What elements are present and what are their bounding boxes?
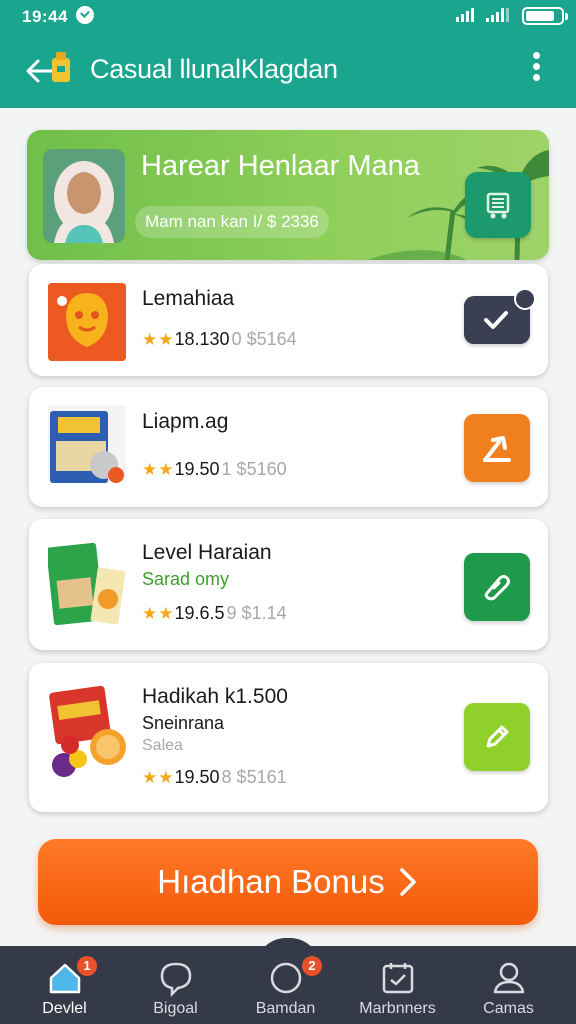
item-action-button[interactable] xyxy=(464,553,530,621)
list-item[interactable]: Level Haraian Sarad omy ★ ★ 19.6.5 9 $1.1… xyxy=(29,519,548,650)
banner-balance-pill: Mam nan kan I/ $ 2336 xyxy=(135,206,329,238)
item-title: Level Haraian xyxy=(142,541,272,564)
nav-item-chat[interactable]: Bigoal xyxy=(118,946,233,1024)
item-title: Liapm.ag xyxy=(142,410,229,433)
pencil-icon xyxy=(486,725,509,748)
rating-value: 19.50 xyxy=(174,767,220,787)
cart-icon xyxy=(486,192,510,219)
item-action-button[interactable] xyxy=(464,288,536,344)
page-title: Casual llunalKlagdan xyxy=(90,54,338,84)
avatar xyxy=(43,149,125,243)
cart-button[interactable] xyxy=(465,172,531,238)
app-header: Casual llunalKlagdan xyxy=(0,34,576,108)
promo-banner[interactable]: Harear Henlaar Mana Mam nan kan I/ $ 233… xyxy=(27,130,549,260)
list-item[interactable]: Liapm.ag ★ ★ 19.50 1 $5160 xyxy=(29,387,548,507)
tag-icon xyxy=(484,575,510,601)
item-action-button[interactable] xyxy=(464,414,530,482)
list-item[interactable]: Hadikah k1.500 Sneinrana Salea ★ ★ 19.50 … xyxy=(29,663,548,812)
item-action-button[interactable] xyxy=(464,703,530,771)
star-icon: ★ xyxy=(158,767,174,787)
check-icon xyxy=(484,311,508,329)
status-bar: 19:44 xyxy=(0,0,576,34)
nav-label: Marbnners xyxy=(359,1000,436,1017)
star-icon: ★ xyxy=(158,603,174,623)
chat-icon xyxy=(160,962,192,998)
item-thumbnail xyxy=(48,683,126,783)
share-arrow-icon xyxy=(483,436,511,462)
item-rating: ★ ★ 19.6.5 9 $1.14 xyxy=(142,603,287,624)
star-icon: ★ xyxy=(158,459,174,479)
bonus-button[interactable]: Hıadhan Bonus xyxy=(38,839,538,925)
star-icon: ★ xyxy=(142,459,158,479)
star-icon: ★ xyxy=(158,329,174,349)
bottom-nav: 1 Devlel Bigoal 2 Bamdan Marbnners Camas xyxy=(0,938,576,1024)
notification-badge: 2 xyxy=(302,956,322,976)
chevron-right-icon xyxy=(400,868,416,896)
item-title: Hadikah k1.500 xyxy=(142,685,288,708)
cell-signal-icon xyxy=(486,8,509,22)
item-rating: ★ ★ 19.50 1 $5160 xyxy=(142,459,287,480)
rating-price: 0 $5164 xyxy=(231,329,297,349)
nav-item-calendar[interactable]: Marbnners xyxy=(340,946,455,1024)
wifi-signal-icon xyxy=(456,8,474,22)
nav-label: Bigoal xyxy=(153,1000,198,1017)
item-subtitle: Sarad omy xyxy=(142,569,230,589)
notification-check-icon xyxy=(76,6,94,24)
item-thumbnail xyxy=(48,539,126,631)
status-time: 19:44 xyxy=(22,7,68,26)
rating-price: 1 $5160 xyxy=(221,459,287,479)
rating-price: 8 $5161 xyxy=(221,767,287,787)
battery-icon xyxy=(522,7,568,25)
item-rating: ★ ★ 18.130 0 $5164 xyxy=(142,329,297,350)
profile-icon xyxy=(493,962,525,994)
star-icon: ★ xyxy=(142,603,158,623)
star-icon: ★ xyxy=(142,767,158,787)
nav-label: Camas xyxy=(483,1000,534,1017)
bonus-button-label: Hıadhan Bonus xyxy=(157,863,385,900)
item-thumbnail xyxy=(48,405,126,483)
nav-item-profile[interactable]: Camas xyxy=(451,946,566,1024)
search-icon xyxy=(270,962,302,994)
item-thumbnail xyxy=(48,283,126,361)
list-item[interactable]: Lemahiaa ★ ★ 18.130 0 $5164 xyxy=(29,264,548,376)
nav-label: Bamdan xyxy=(255,1000,316,1017)
rating-value: 19.50 xyxy=(174,459,220,479)
calendar-icon xyxy=(382,963,414,994)
more-options-icon[interactable] xyxy=(526,52,546,88)
nav-label: Devlel xyxy=(42,1000,87,1017)
item-rating: ★ ★ 19.50 8 $5161 xyxy=(142,767,287,788)
item-title: Lemahiaa xyxy=(142,287,235,310)
item-subtitle-secondary: Salea xyxy=(142,737,183,754)
rating-value: 19.6.5 xyxy=(174,603,225,623)
app-logo-icon xyxy=(52,52,70,82)
rating-value: 18.130 xyxy=(174,329,230,349)
nav-item-search[interactable]: 2 Bamdan xyxy=(228,946,343,1024)
rating-price: 9 $1.14 xyxy=(226,603,287,623)
notification-badge: 1 xyxy=(77,956,97,976)
star-icon: ★ xyxy=(142,329,158,349)
nav-item-home[interactable]: 1 Devlel xyxy=(7,946,122,1024)
item-subtitle: Sneinrana xyxy=(142,713,225,733)
